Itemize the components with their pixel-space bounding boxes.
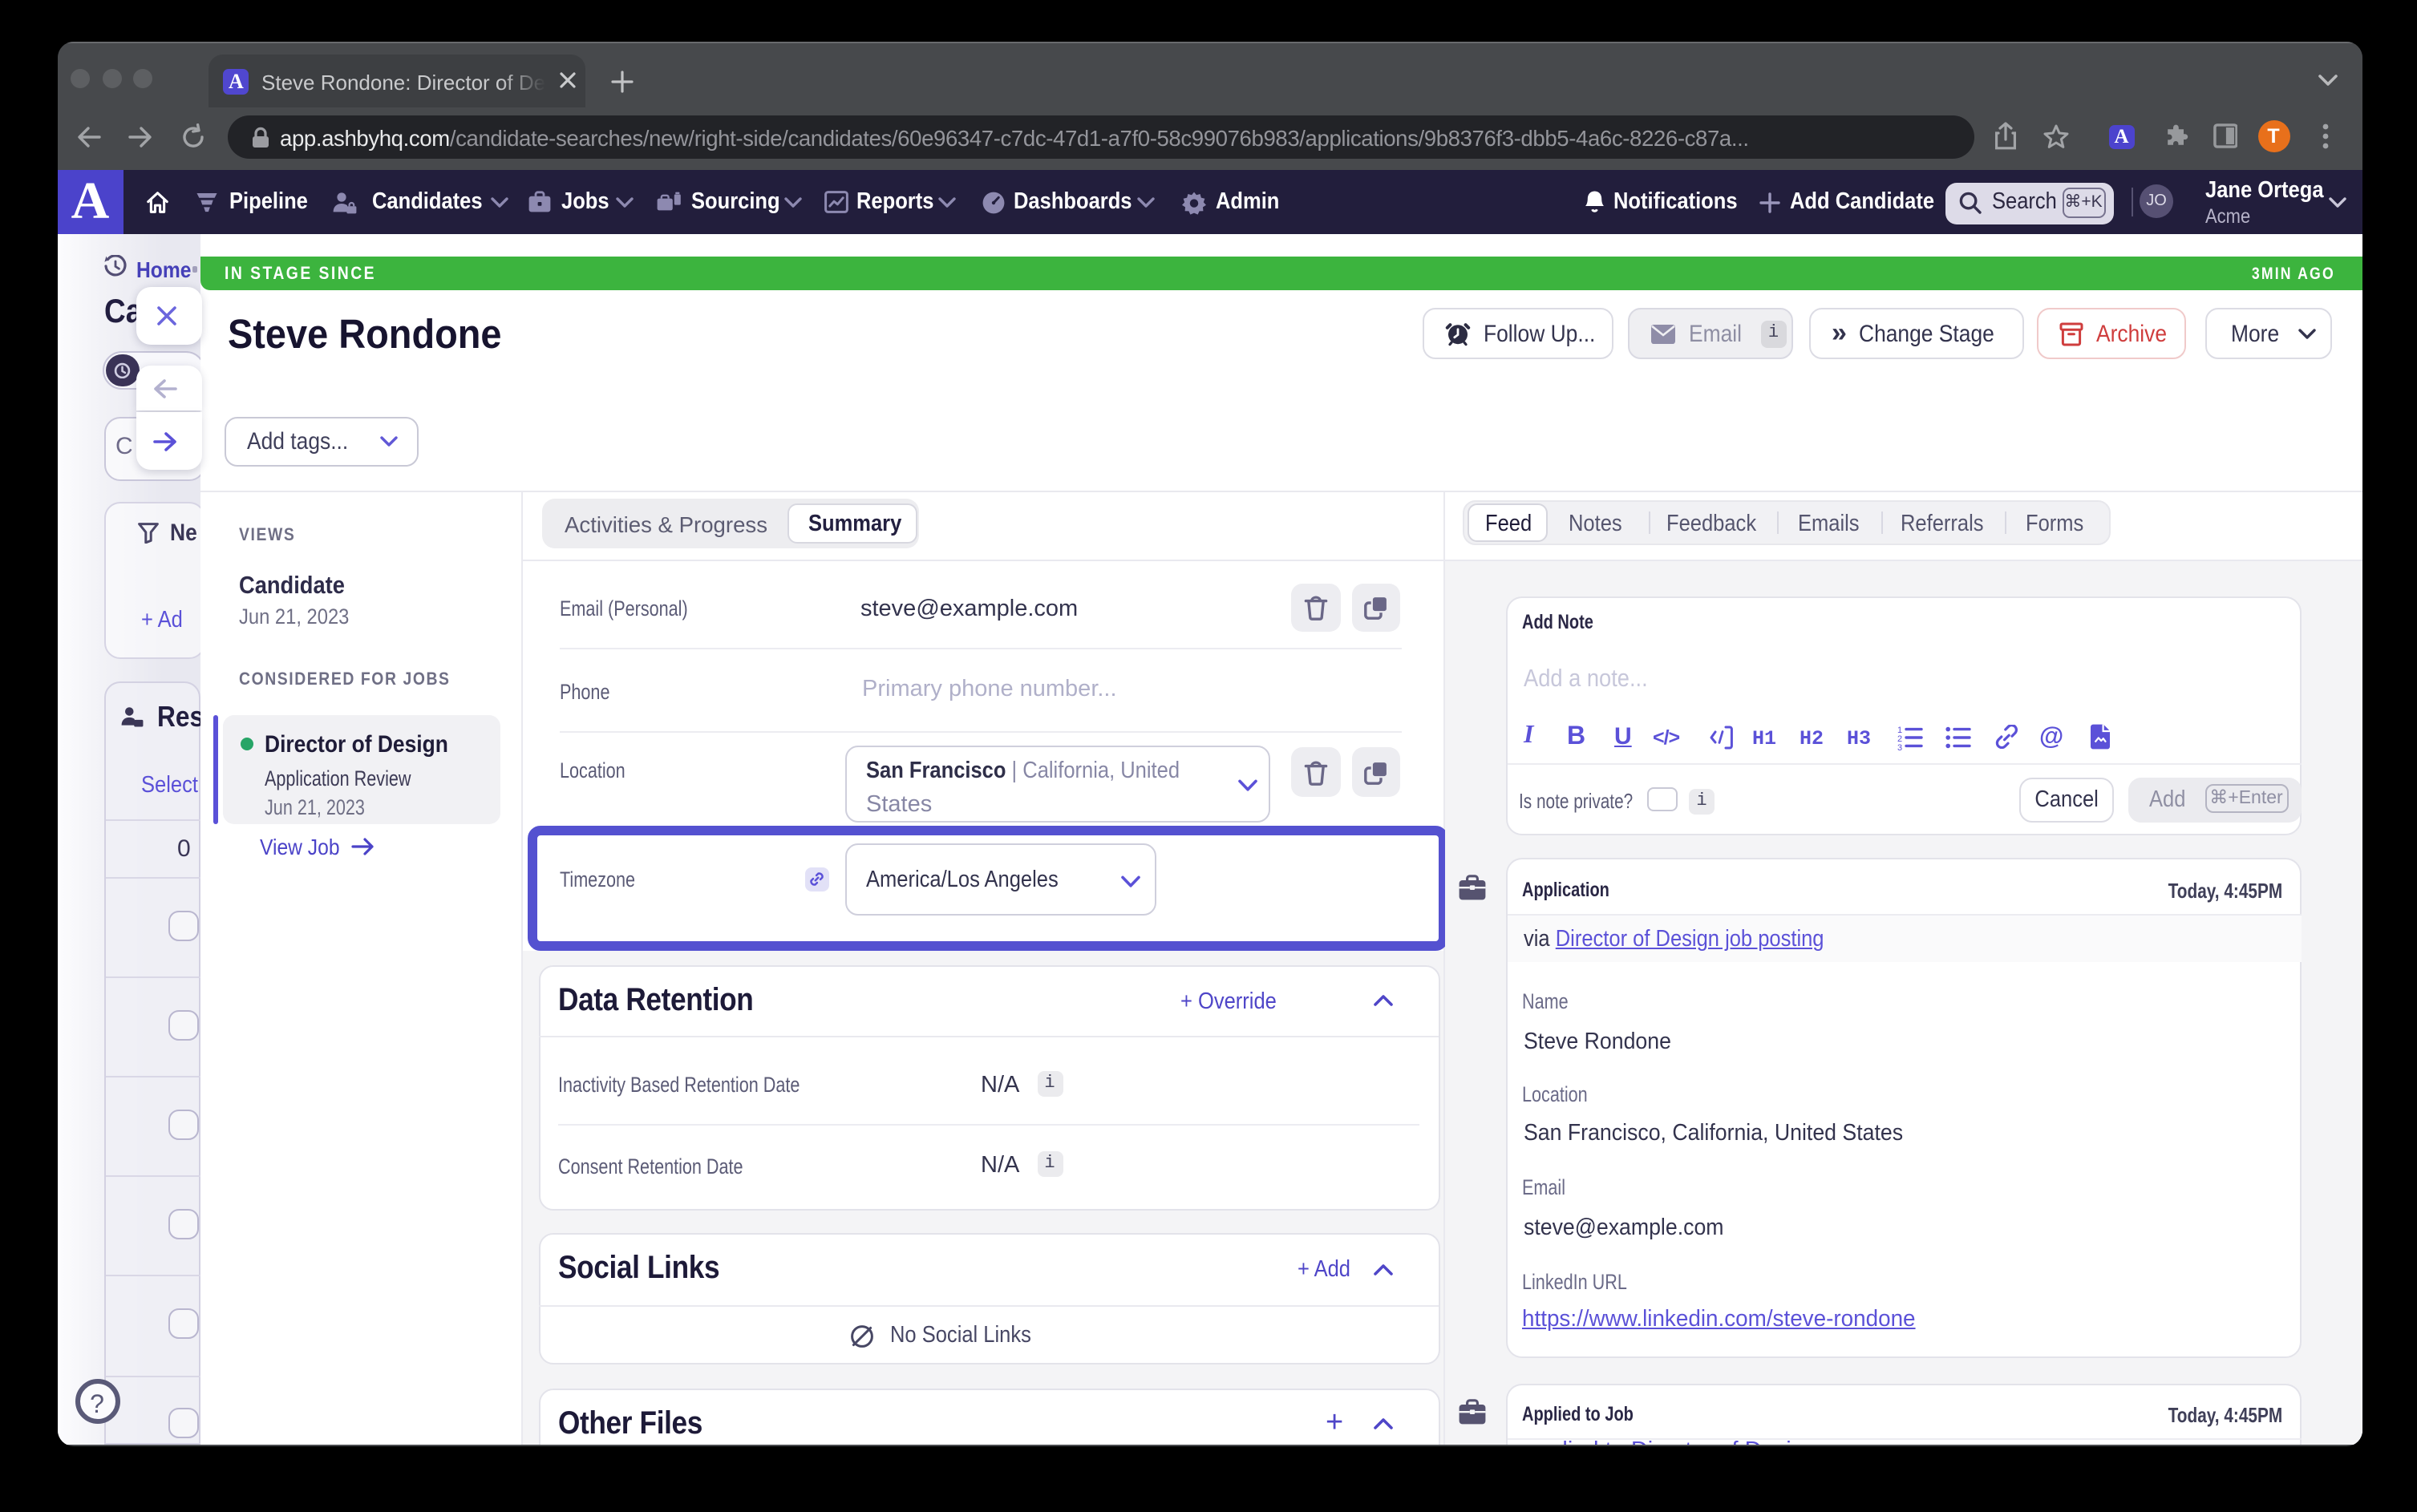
svg-text:3: 3 bbox=[1897, 743, 1902, 750]
